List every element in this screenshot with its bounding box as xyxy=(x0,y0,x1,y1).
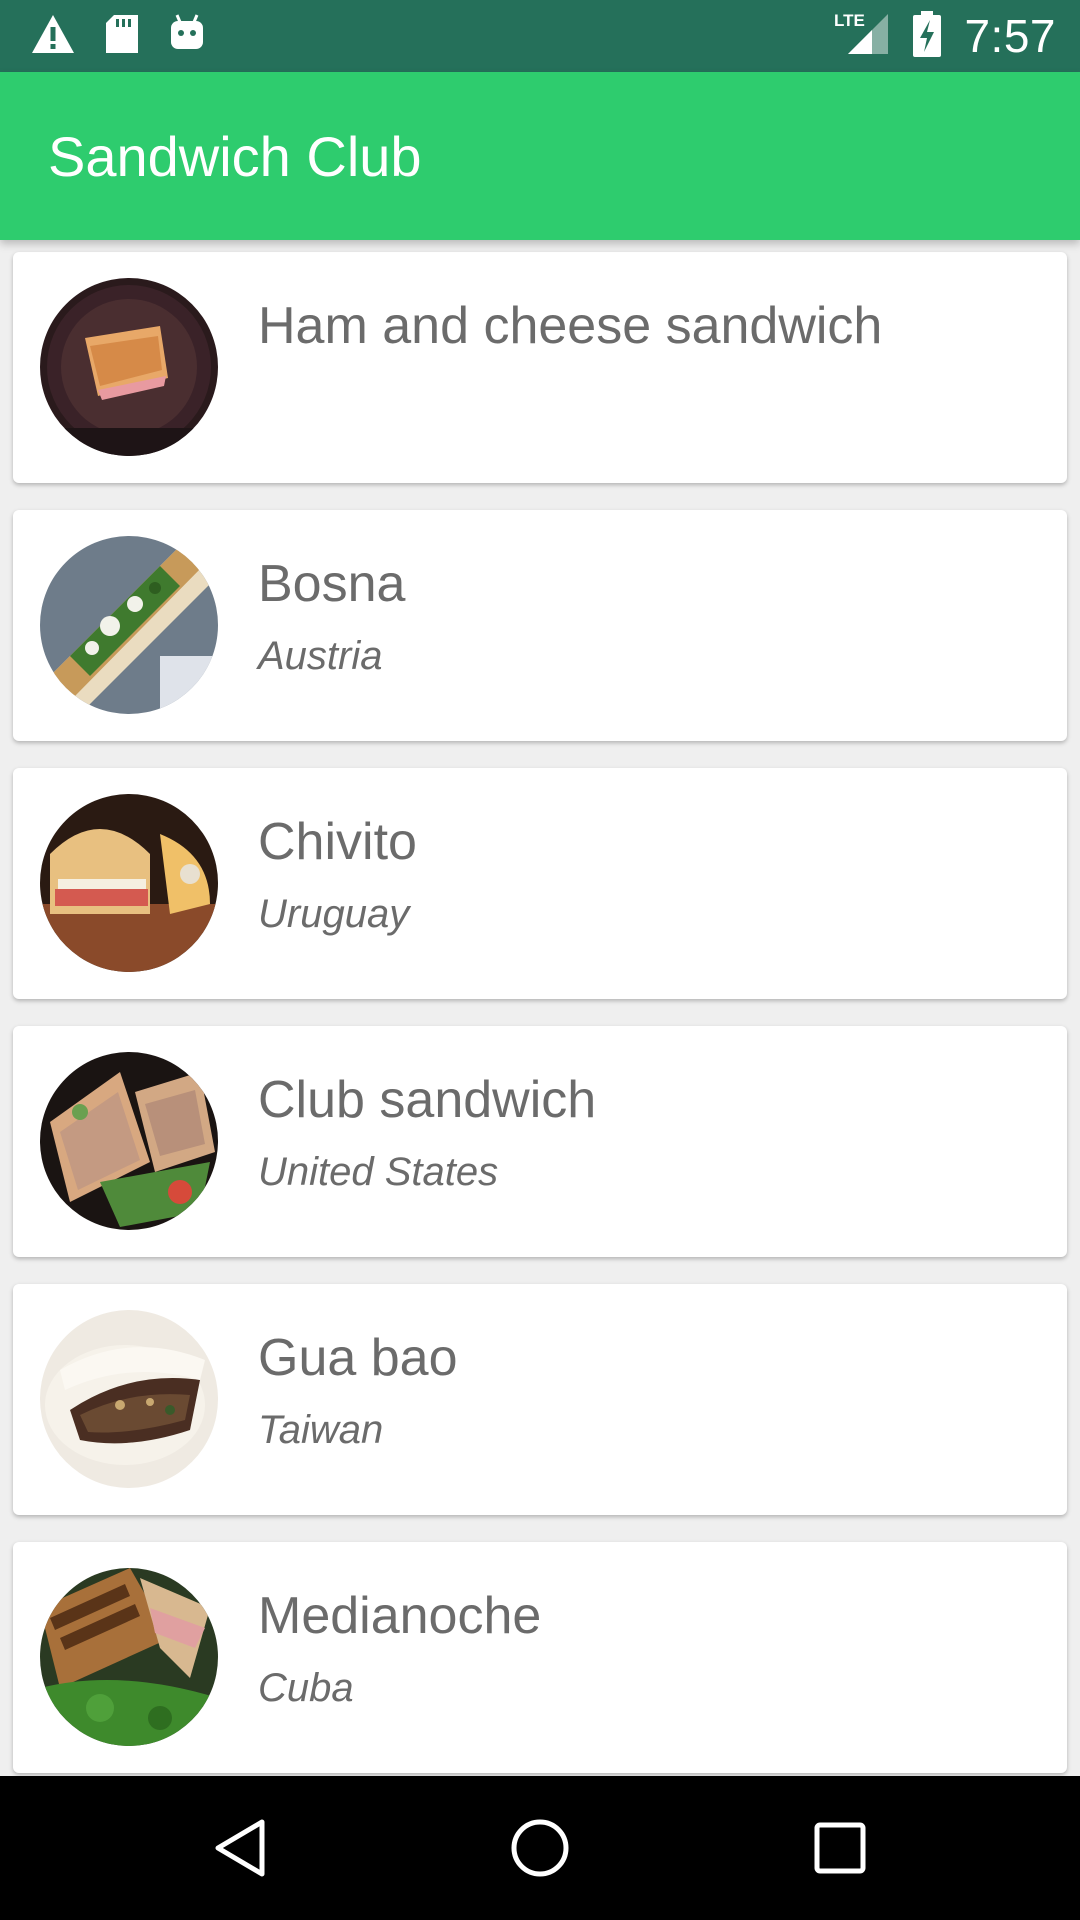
sandwich-origin: United States xyxy=(258,1150,499,1194)
sandwich-card[interactable]: Gua bao Taiwan xyxy=(13,1284,1067,1515)
battery-charging-icon xyxy=(912,10,942,63)
lte-label: LTE xyxy=(834,11,865,30)
lte-signal-icon: LTE xyxy=(834,10,890,63)
sandwich-card[interactable]: Club sandwich United States xyxy=(13,1026,1067,1257)
notification-icons xyxy=(30,12,206,60)
recents-icon[interactable] xyxy=(800,1808,880,1888)
sandwich-name: Club sandwich xyxy=(258,1071,597,1129)
android-icon xyxy=(168,13,206,60)
sandwich-card[interactable]: Medianoche Cuba xyxy=(13,1542,1067,1773)
sandwich-thumbnail xyxy=(40,1310,218,1488)
sandwich-name: Gua bao xyxy=(258,1329,458,1387)
sandwich-thumbnail xyxy=(40,278,218,456)
app-title: Sandwich Club xyxy=(48,125,422,188)
status-bar: LTE 7:57 xyxy=(0,0,1080,72)
sandwich-thumbnail xyxy=(40,794,218,972)
sandwich-origin: Taiwan xyxy=(258,1408,384,1452)
sandwich-origin: Cuba xyxy=(258,1666,354,1710)
home-icon[interactable] xyxy=(500,1808,580,1888)
navigation-bar xyxy=(0,1776,1080,1920)
sandwich-origin: Austria xyxy=(258,634,383,678)
back-icon[interactable] xyxy=(200,1808,280,1888)
sandwich-name: Bosna xyxy=(258,555,406,613)
status-clock: 7:57 xyxy=(964,10,1056,62)
sandwich-name: Medianoche xyxy=(258,1587,542,1645)
sandwich-list[interactable]: Ham and cheese sandwich Bosna Austria Ch… xyxy=(0,240,1080,1776)
sandwich-thumbnail xyxy=(40,536,218,714)
warning-icon xyxy=(30,13,76,60)
app-bar: Sandwich Club xyxy=(0,72,1080,240)
sandwich-thumbnail xyxy=(40,1052,218,1230)
sandwich-card[interactable]: Chivito Uruguay xyxy=(13,768,1067,999)
sandwich-origin: Uruguay xyxy=(258,892,410,936)
system-icons: LTE 7:57 xyxy=(834,10,1056,62)
sandwich-name: Chivito xyxy=(258,813,417,871)
sandwich-card[interactable]: Ham and cheese sandwich xyxy=(13,252,1067,483)
sd-card-icon xyxy=(104,13,140,60)
sandwich-thumbnail xyxy=(40,1568,218,1746)
sandwich-name: Ham and cheese sandwich xyxy=(258,297,883,355)
sandwich-card[interactable]: Bosna Austria xyxy=(13,510,1067,741)
